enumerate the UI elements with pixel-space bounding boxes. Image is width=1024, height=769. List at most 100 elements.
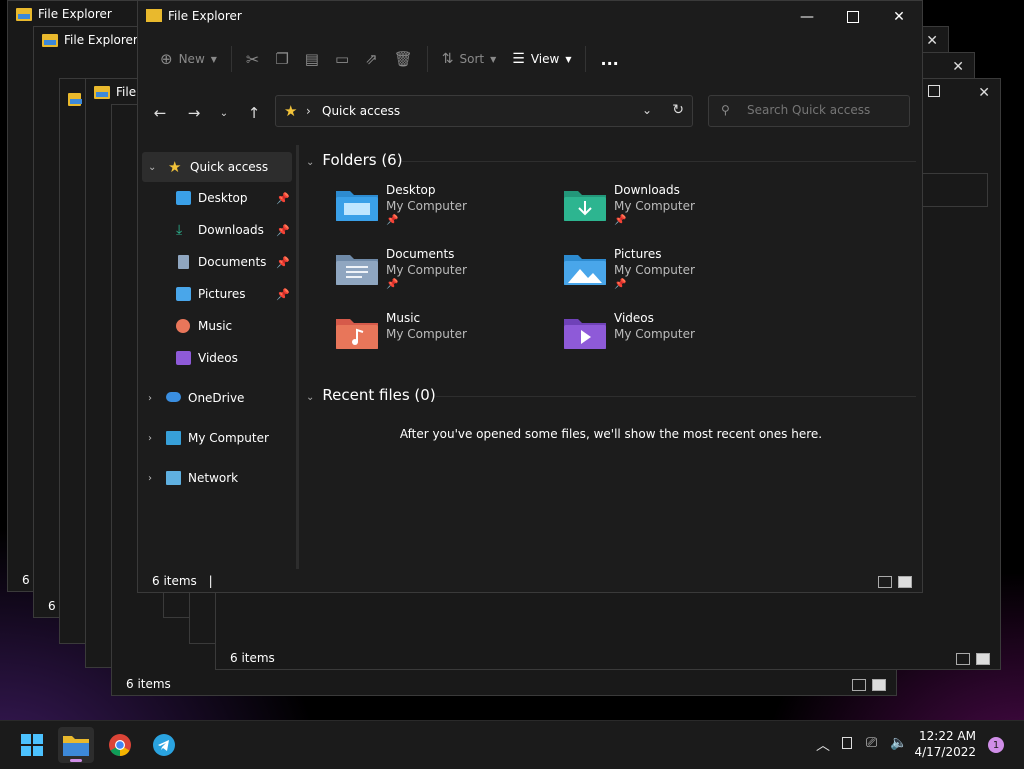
- sidebar-item-network[interactable]: › Network: [138, 463, 296, 493]
- sidebar-item-onedrive[interactable]: › OneDrive: [138, 383, 296, 413]
- chevron-down-icon[interactable]: ⌄: [148, 162, 156, 173]
- music-icon: [176, 319, 190, 333]
- close-icon[interactable]: ✕: [952, 59, 964, 75]
- close-icon: ✕: [893, 9, 905, 25]
- taskbar-chrome[interactable]: [102, 727, 138, 763]
- divider: [402, 161, 916, 162]
- sort-button[interactable]: ⇅ Sort ▼: [434, 42, 505, 76]
- details-view-icon[interactable]: [956, 653, 970, 665]
- arrow-left-icon: ←: [153, 104, 167, 122]
- content-pane: ⌄ Folders (6) Desktop My Computer 📌 Downl…: [300, 145, 922, 568]
- taskbar-telegram[interactable]: [146, 727, 182, 763]
- up-button[interactable]: ↑: [240, 99, 268, 127]
- folder-tile-downloads[interactable]: Downloads My Computer 📌: [528, 183, 748, 239]
- cloud-icon: [166, 392, 181, 402]
- status-text: 6 items: [230, 651, 275, 665]
- view-list-icon: ☰: [512, 51, 525, 67]
- sidebar-item-documents[interactable]: Documents 📌: [138, 247, 296, 277]
- sidebar-item-quick-access[interactable]: ⌄ ★ Quick access: [142, 152, 292, 182]
- chevron-up-icon[interactable]: ︿: [816, 735, 830, 755]
- tiles-view-icon[interactable]: [976, 653, 990, 665]
- paste-button[interactable]: ▤: [297, 42, 327, 76]
- chevron-down-icon[interactable]: ⌄: [642, 103, 652, 117]
- scissors-icon: ✂: [245, 49, 260, 69]
- volume-icon[interactable]: 🔈: [890, 735, 907, 751]
- share-button[interactable]: ⇗: [357, 42, 386, 76]
- window-title: File Explorer: [42, 33, 138, 47]
- cut-button[interactable]: ✂: [238, 42, 267, 76]
- refresh-icon[interactable]: ↻: [672, 102, 684, 118]
- chevron-down-icon[interactable]: ⌄: [306, 157, 314, 168]
- search-box[interactable]: ⚲: [708, 95, 910, 127]
- new-button[interactable]: ⊕ New ▼: [152, 42, 225, 76]
- minimize-button[interactable]: —: [784, 1, 830, 33]
- pin-icon[interactable]: 📌: [276, 256, 290, 269]
- folder-tile-pictures[interactable]: Pictures My Computer 📌: [528, 247, 748, 303]
- pin-icon[interactable]: 📌: [276, 224, 290, 237]
- pin-icon[interactable]: 📌: [276, 288, 290, 301]
- recent-files-section-header[interactable]: ⌄ Recent files (0): [306, 386, 916, 404]
- back-button[interactable]: ←: [146, 99, 174, 127]
- downloads-folder-icon: [564, 191, 606, 221]
- notification-badge[interactable]: 1: [988, 737, 1004, 753]
- copy-button[interactable]: ❐: [267, 42, 296, 76]
- close-icon[interactable]: ✕: [978, 85, 990, 101]
- details-view-icon[interactable]: [878, 576, 892, 588]
- copy-icon: ❐: [275, 50, 289, 68]
- chevron-right-icon[interactable]: ›: [148, 433, 152, 444]
- sidebar-item-videos[interactable]: Videos: [138, 343, 296, 373]
- chevron-right-icon[interactable]: ›: [148, 473, 152, 484]
- close-button[interactable]: ✕: [876, 1, 922, 33]
- folder-tile-videos[interactable]: Videos My Computer: [528, 311, 748, 367]
- system-clock[interactable]: 12:22 AM 4/17/2022: [914, 728, 976, 760]
- address-path[interactable]: Quick access: [322, 104, 400, 118]
- delete-button[interactable]: 🗑: [386, 42, 421, 76]
- divider: [426, 46, 428, 72]
- chrome-icon: [109, 734, 131, 756]
- pictures-icon: [176, 287, 191, 301]
- sidebar-item-music[interactable]: Music: [138, 311, 296, 341]
- desktop-icon: [176, 191, 191, 205]
- rename-button[interactable]: ▭: [327, 42, 357, 76]
- folder-tile-music[interactable]: Music My Computer: [300, 311, 520, 367]
- chevron-down-icon[interactable]: ⌄: [306, 392, 314, 403]
- maximize-icon[interactable]: [928, 85, 940, 97]
- view-button[interactable]: ☰ View ▼: [504, 42, 579, 76]
- folder-tile-documents[interactable]: Documents My Computer 📌: [300, 247, 520, 303]
- start-button[interactable]: [14, 727, 50, 763]
- pin-icon: 📌: [614, 215, 627, 226]
- chevron-right-icon[interactable]: ›: [148, 393, 152, 404]
- star-icon: ★: [168, 158, 182, 176]
- folder-icon: [16, 7, 32, 21]
- forward-button[interactable]: →: [180, 99, 208, 127]
- sidebar-item-my-computer[interactable]: › My Computer: [138, 423, 296, 453]
- status-text: 6 items: [126, 677, 171, 691]
- divider: [585, 46, 587, 72]
- taskbar-file-explorer[interactable]: [58, 727, 94, 763]
- search-input[interactable]: [745, 102, 899, 118]
- command-bar: ⊕ New ▼ ✂ ❐ ▤ ▭ ⇗ 🗑 ⇅ Sort ▼ ☰ View ▼ ...: [138, 35, 922, 83]
- network-icon[interactable]: ⎚: [866, 735, 877, 751]
- tablet-icon[interactable]: [842, 737, 852, 749]
- recent-locations-button[interactable]: ⌄: [210, 99, 238, 127]
- address-bar[interactable]: ★ › Quick access ⌄ ↻: [275, 95, 693, 127]
- folders-section-header[interactable]: ⌄ Folders (6): [306, 151, 916, 169]
- tiles-view-icon[interactable]: [872, 679, 886, 691]
- taskbar: ︿ ⎚ 🔈 12:22 AM 4/17/2022 1: [0, 720, 1024, 769]
- details-view-icon[interactable]: [852, 679, 866, 691]
- pin-icon[interactable]: 📌: [276, 192, 290, 205]
- tiles-view-icon[interactable]: [898, 576, 912, 588]
- videos-icon: [176, 351, 191, 365]
- folder-tile-desktop[interactable]: Desktop My Computer 📌: [300, 183, 520, 239]
- more-options-button[interactable]: ...: [592, 42, 626, 76]
- close-icon[interactable]: ✕: [926, 33, 938, 49]
- title-bar[interactable]: File Explorer — ✕: [138, 1, 922, 33]
- sidebar-item-downloads[interactable]: ⤓ Downloads 📌: [138, 215, 296, 245]
- maximize-button[interactable]: [830, 1, 876, 33]
- network-icon: [166, 471, 181, 485]
- file-explorer-icon: [63, 736, 89, 756]
- telegram-icon: [153, 734, 175, 756]
- sidebar-item-pictures[interactable]: Pictures 📌: [138, 279, 296, 309]
- desktop-folder-icon: [336, 191, 378, 221]
- sidebar-item-desktop[interactable]: Desktop 📌: [138, 183, 296, 213]
